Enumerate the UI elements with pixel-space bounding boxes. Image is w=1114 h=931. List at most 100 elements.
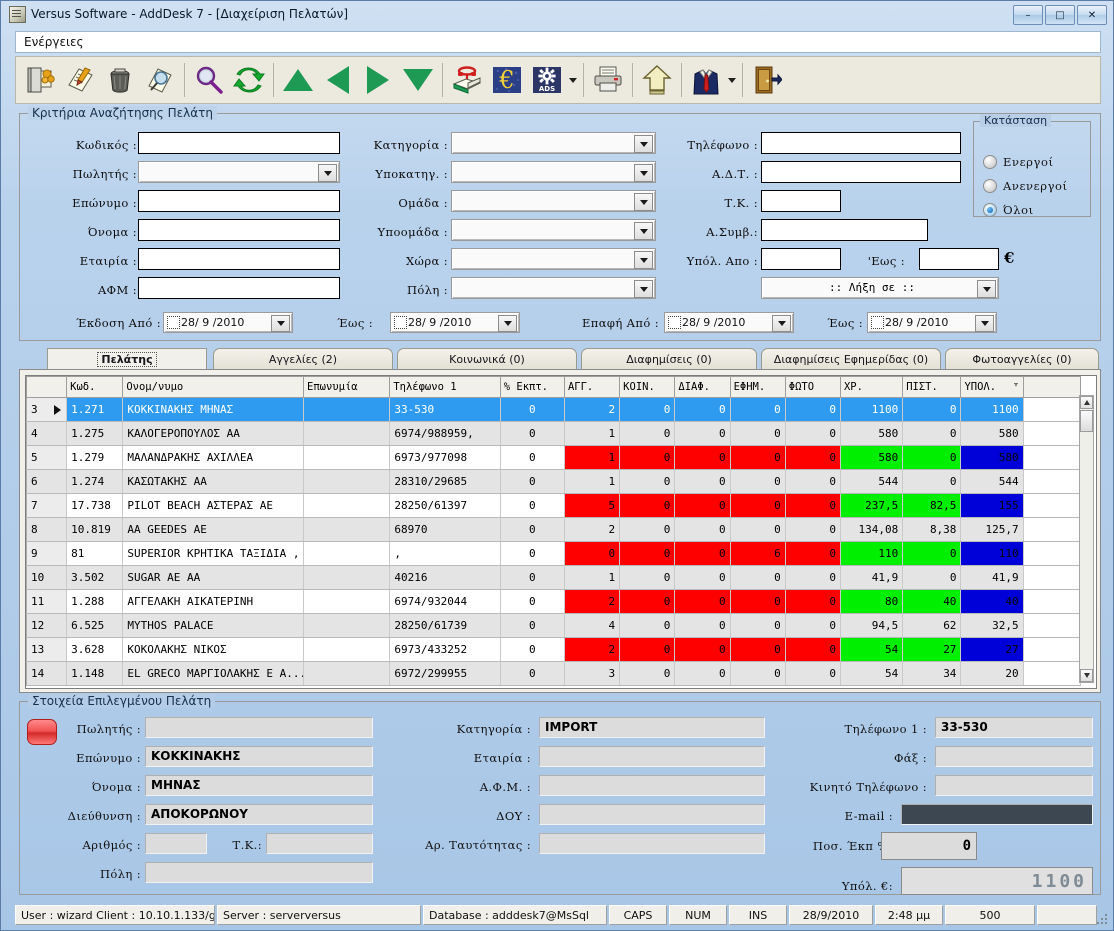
col-rowmarker[interactable] xyxy=(26,376,68,398)
detail-email[interactable] xyxy=(901,804,1093,825)
company-field[interactable] xyxy=(138,248,340,270)
tab-ads[interactable]: Αγγελίες (2) xyxy=(213,348,393,370)
table-row[interactable]: 8 10.819 AA GEEDES AE 68970 0 2 0 0 0 0 134,08 8,38… xyxy=(26,517,1082,542)
table-row[interactable]: 4 1.275 ΚΑΛΟΓΕΡΟΠΟΥΛΟΣ ΑΑ 6974/988959, 0 1 0 0 0… xyxy=(26,421,1082,446)
chevron-down-icon[interactable] xyxy=(634,164,653,182)
search-icon[interactable] xyxy=(189,59,229,101)
col-debit[interactable]: ΧΡ. xyxy=(839,376,904,398)
scroll-thumb[interactable] xyxy=(1080,410,1093,432)
date-checkbox[interactable] xyxy=(167,316,180,329)
col-agg[interactable]: ΑΓΓ. xyxy=(563,376,621,398)
col-companyname[interactable]: Επωνυμία xyxy=(303,376,391,398)
contract-field[interactable] xyxy=(761,219,928,241)
detail-vat[interactable] xyxy=(539,775,765,796)
tab-customer[interactable]: Πελάτης xyxy=(47,348,207,370)
chevron-down-icon[interactable] xyxy=(318,164,337,182)
maximize-button[interactable]: □ xyxy=(1045,5,1075,25)
nav-last-icon[interactable] xyxy=(398,59,438,101)
date-checkbox[interactable] xyxy=(668,316,681,329)
col-diaf[interactable]: ΔΙΑΦ. xyxy=(674,376,731,398)
close-button[interactable]: ✕ xyxy=(1077,5,1107,25)
export-icon[interactable] xyxy=(637,59,677,101)
table-row[interactable]: 14 1.148 EL GRECO ΜΑΡΓΙΟΛΑΚΗΣ Ε Α... 6972/2… xyxy=(26,661,1082,686)
detail-mobile[interactable] xyxy=(935,775,1093,796)
preview-icon[interactable] xyxy=(140,59,180,101)
salesperson-select[interactable] xyxy=(138,161,340,183)
chevron-down-icon[interactable] xyxy=(977,280,996,298)
date-checkbox[interactable] xyxy=(394,316,407,329)
detail-taxoffice[interactable] xyxy=(539,804,765,825)
chevron-down-icon[interactable] xyxy=(772,315,791,332)
nav-first-icon[interactable] xyxy=(278,59,318,101)
col-credit[interactable]: ΠΙΣΤ. xyxy=(902,376,962,398)
country-select[interactable] xyxy=(451,248,656,270)
lastname-field[interactable] xyxy=(138,190,340,212)
table-row[interactable]: 9 81 SUPERIOR ΚΡΗΤΙΚΑ ΤΑΞΙΔΙΑ ,, 0 0 0 0 6 0 110 0… xyxy=(26,541,1082,566)
subcategory-select[interactable] xyxy=(451,161,656,183)
col-phone1[interactable]: Τηλέφωνο 1 xyxy=(389,376,501,398)
chevron-down-icon[interactable] xyxy=(634,193,653,211)
resize-grip-icon[interactable] xyxy=(1097,914,1109,926)
col-koin[interactable]: ΚΟΙΝ. xyxy=(619,376,676,398)
group-select[interactable] xyxy=(451,190,656,212)
detail-company[interactable] xyxy=(539,746,765,767)
nav-previous-icon[interactable] xyxy=(318,59,358,101)
ads-dropdown-arrow[interactable] xyxy=(567,59,579,101)
chevron-down-icon[interactable] xyxy=(634,251,653,269)
table-row[interactable]: 10 3.502 SUGAR AE AA 40216 0 1 0 0 0 0 41,9 0 41,9 xyxy=(26,565,1082,590)
col-foto[interactable]: ΦΩΤΟ xyxy=(784,376,841,398)
col-fullname[interactable]: Ονομ/νυμο xyxy=(122,376,305,398)
city-select[interactable] xyxy=(451,277,656,299)
table-row[interactable]: 3 1.271 ΚΟΚΚΙΝΑΚΗΣ ΜΗΝΑΣ 33-530 0 2 0 0 0 0 1100 0 1… xyxy=(26,397,1082,422)
radio-inactive[interactable]: Ανενεργοί xyxy=(983,179,1068,193)
customer-grid[interactable]: Κωδ. Ονομ/νυμο Επωνυμία Τηλέφωνο 1 % Εκπ… xyxy=(25,375,1097,689)
detail-balance[interactable]: 1100 xyxy=(901,867,1093,895)
issue-to-date[interactable]: 28/ 9 /2010 xyxy=(390,312,520,333)
subgroup-select[interactable] xyxy=(451,219,656,241)
detail-firstname[interactable]: ΜΗΝΑΣ xyxy=(145,775,373,796)
chevron-down-icon[interactable] xyxy=(271,315,290,332)
detail-number[interactable] xyxy=(145,833,207,854)
radio-active[interactable]: Ενεργοί xyxy=(983,155,1054,169)
tab-advertisements[interactable]: Διαφημίσεις (0) xyxy=(581,348,757,370)
chevron-down-icon[interactable] xyxy=(634,222,653,240)
idcard-field[interactable] xyxy=(761,161,961,183)
col-balance[interactable]: ΥΠΟΛ. ▿ xyxy=(960,376,1024,398)
detail-tk[interactable] xyxy=(266,833,373,854)
category-select[interactable] xyxy=(451,132,656,154)
print-icon[interactable] xyxy=(588,59,628,101)
scroll-down-icon[interactable] xyxy=(1080,669,1093,682)
phonebook-icon[interactable] xyxy=(447,59,487,101)
chevron-down-icon[interactable] xyxy=(634,280,653,298)
detail-address[interactable]: ΑΠΟΚΟΡΩΝΟΥ xyxy=(145,804,373,825)
exit-icon[interactable] xyxy=(747,59,787,101)
new-record-icon[interactable] xyxy=(20,59,60,101)
table-row[interactable]: 6 1.274 ΚΑΣΩΤΑΚΗΣ ΑΑ 28310/29685 0 1 0 0 0 0 544 0 5… xyxy=(26,469,1082,494)
detail-phone1[interactable]: 33-530 xyxy=(935,717,1093,738)
nav-next-icon[interactable] xyxy=(358,59,398,101)
user-dropdown-arrow[interactable] xyxy=(726,59,738,101)
detail-idnumber[interactable] xyxy=(539,833,765,854)
tab-newspaper-ads[interactable]: Διαφημίσεις Εφημερίδας (0) xyxy=(761,348,941,370)
delete-record-icon[interactable] xyxy=(100,59,140,101)
user-icon[interactable] xyxy=(686,59,726,101)
table-row[interactable]: 7 17.738 PILOT BEACH ΑΣΤΕΡΑΣ ΑΕ 28250/61397… xyxy=(26,493,1082,518)
edit-record-icon[interactable] xyxy=(60,59,100,101)
detail-salesperson[interactable] xyxy=(145,717,373,738)
col-efim[interactable]: ΕΦΗΜ. xyxy=(729,376,786,398)
firstname-field[interactable] xyxy=(138,219,340,241)
menu-item-actions[interactable]: Ενέργειες xyxy=(16,35,92,49)
contact-to-date[interactable]: 28/ 9 /2010 xyxy=(867,312,997,333)
detail-lastname[interactable]: ΚΟΚΚΙΝΑΚΗΣ xyxy=(145,746,373,767)
code-field[interactable] xyxy=(138,132,340,154)
grid-vertical-scrollbar[interactable] xyxy=(1079,395,1094,683)
expiry-select[interactable]: :: Λήξη σε :: xyxy=(761,277,999,299)
chevron-down-icon[interactable] xyxy=(634,135,653,153)
phone-field[interactable] xyxy=(761,132,961,154)
refresh-icon[interactable] xyxy=(229,59,269,101)
balance-from-field[interactable] xyxy=(761,248,841,270)
col-code[interactable]: Κωδ. xyxy=(66,376,124,398)
table-row[interactable]: 12 6.525 MYTHOS PALACE 28250/61739 0 4 0 0 0 0 94,… xyxy=(26,613,1082,638)
postalcode-field[interactable] xyxy=(761,190,841,212)
tab-social[interactable]: Κοινωνικά (0) xyxy=(397,348,577,370)
